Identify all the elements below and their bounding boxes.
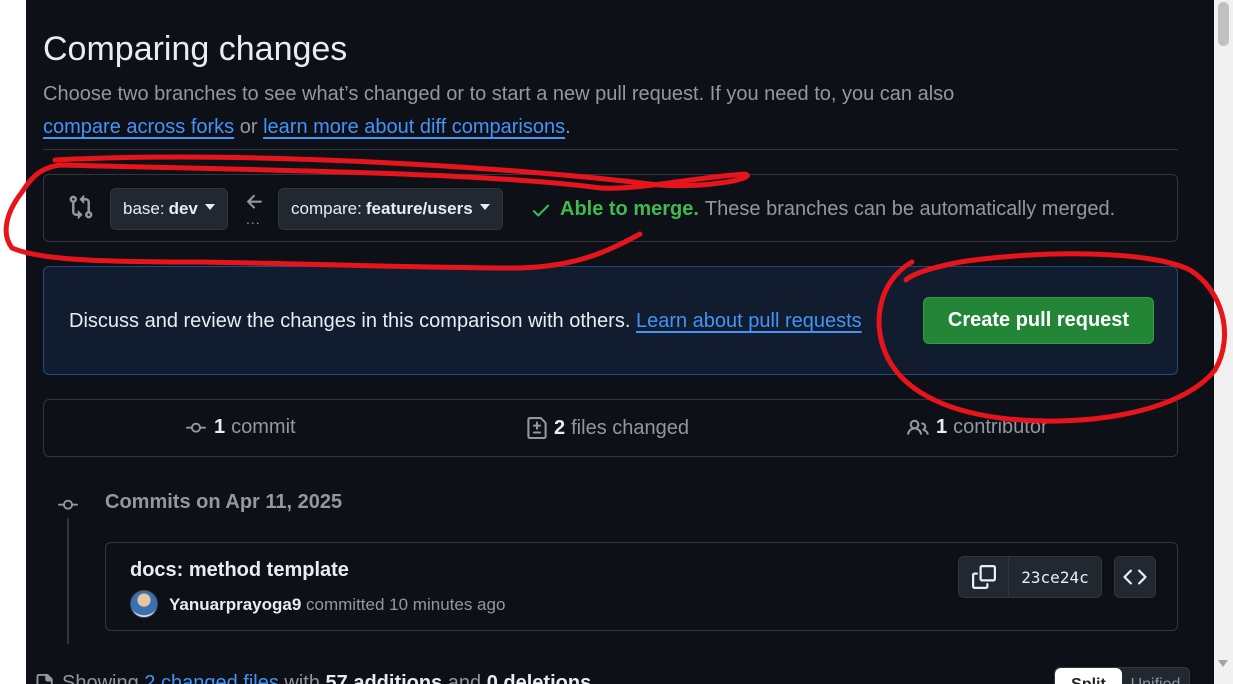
page-viewport: Comparing changes Choose two branches to… <box>26 0 1214 684</box>
base-prefix: base: <box>123 199 165 218</box>
contributors-count: 1 <box>936 416 948 438</box>
contributors-tab[interactable]: 1 contributor <box>906 416 1048 439</box>
diff-summary-bar: Showing 2 changed files with 57 addition… <box>34 672 591 684</box>
range-dots: ... <box>246 211 261 227</box>
diff-view-toggle: Split Unified <box>1054 667 1190 684</box>
check-icon <box>532 204 550 217</box>
commits-tab[interactable]: 1 commit <box>184 416 296 439</box>
git-commit-icon <box>58 499 78 510</box>
subtitle-text: Choose two branches to see what’s change… <box>43 83 955 105</box>
header-divider <box>43 149 1178 150</box>
files-count: 2 <box>554 416 566 439</box>
subtitle-period: . <box>565 116 571 138</box>
chevron-down-icon <box>479 204 490 210</box>
commit-action: committed <box>306 595 385 614</box>
page-scrollbar[interactable] <box>1214 0 1233 684</box>
diff-deletions: 0 deletions <box>486 672 592 684</box>
commit-title-link[interactable]: docs: method template <box>130 559 349 582</box>
branch-range-editor: base: dev ... compare: feature/users Abl… <box>43 174 1178 242</box>
page-title: Comparing changes <box>43 30 348 68</box>
compare-summary: 1 commit 2 files changed 1 contributor <box>43 399 1178 457</box>
merge-status-text: These branches can be automatically merg… <box>704 198 1116 220</box>
base-branch-name: dev <box>168 199 198 218</box>
commit-sha-link[interactable]: 23ce24c <box>1009 557 1101 597</box>
diff-and: and <box>447 672 482 684</box>
code-icon <box>1123 569 1147 585</box>
browse-repository-button[interactable] <box>1114 556 1156 598</box>
files-changed-tab[interactable]: 2 files changed <box>526 416 689 440</box>
contributors-label: contributor <box>953 416 1048 438</box>
changed-files-link[interactable]: 2 changed files <box>144 672 279 684</box>
commit-meta: Yanuarprayoga9 committed 10 minutes ago <box>169 595 505 615</box>
create-pr-banner: Discuss and review the changes in this c… <box>43 266 1178 375</box>
commit-sha-group: 23ce24c <box>958 556 1102 598</box>
people-icon <box>907 419 929 435</box>
subtitle-or: or <box>239 116 258 138</box>
create-pull-request-button[interactable]: Create pull request <box>923 297 1154 344</box>
arrow-left-icon <box>247 194 262 209</box>
chevron-down-icon <box>204 204 215 210</box>
avatar[interactable] <box>130 590 158 618</box>
copy-sha-button[interactable] <box>959 557 1009 597</box>
compare-branch-name: feature/users <box>365 199 473 218</box>
diff-additions: 57 additions <box>325 672 443 684</box>
split-view-button[interactable]: Split <box>1055 668 1122 684</box>
compare-branch-select[interactable]: compare: feature/users <box>278 188 503 230</box>
git-compare-icon <box>69 194 93 220</box>
files-label: files changed <box>571 416 689 439</box>
commits-count: 1 <box>214 416 226 438</box>
compare-across-forks-link[interactable]: compare across forks <box>43 116 234 138</box>
diff-comparisons-link[interactable]: learn more about diff comparisons <box>263 116 565 138</box>
commits-label: commit <box>231 416 296 438</box>
diff-with: with <box>284 672 320 684</box>
pr-banner-text: Discuss and review the changes in this c… <box>69 310 862 333</box>
timeline-line <box>67 518 69 644</box>
commits-date-header: Commits on Apr 11, 2025 <box>105 491 343 513</box>
base-branch-select[interactable]: base: dev <box>110 188 228 230</box>
pr-banner-message: Discuss and review the changes in this c… <box>69 310 631 332</box>
copy-icon <box>971 565 996 589</box>
file-icon <box>36 673 53 684</box>
page-subtitle: Choose two branches to see what’s change… <box>43 78 1173 144</box>
compare-prefix: compare: <box>291 199 362 218</box>
merge-ok-label: Able to merge. <box>560 198 699 220</box>
unified-view-button[interactable]: Unified <box>1122 668 1189 684</box>
file-diff-icon <box>527 417 547 439</box>
git-commit-icon <box>186 422 206 433</box>
diff-showing: Showing <box>62 672 139 684</box>
learn-pull-requests-link[interactable]: Learn about pull requests <box>636 310 862 332</box>
commit-list-item: docs: method template Yanuarprayoga9 com… <box>105 542 1178 631</box>
scroll-down-arrow-icon[interactable] <box>1218 660 1228 667</box>
commit-author-link[interactable]: Yanuarprayoga9 <box>169 595 301 614</box>
scrollbar-thumb[interactable] <box>1218 2 1229 46</box>
merge-status: Able to merge. These branches can be aut… <box>530 198 1115 221</box>
commit-time: 10 minutes ago <box>389 595 506 614</box>
